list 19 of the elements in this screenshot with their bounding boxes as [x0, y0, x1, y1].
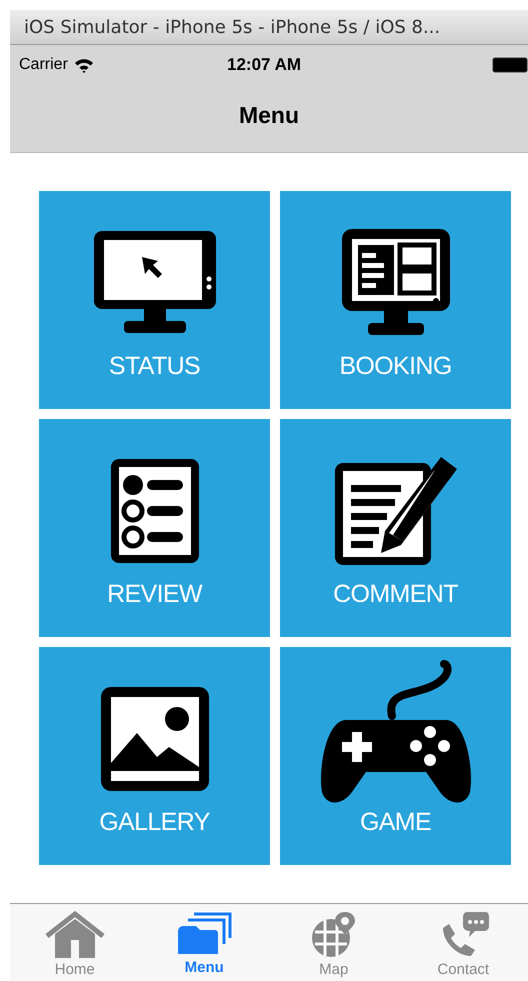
carrier-label: Carrier [19, 55, 68, 75]
wifi-icon [74, 57, 94, 73]
menu-tile[interactable]: GALLERY [39, 647, 270, 865]
clock-time: 12:07 AM [227, 54, 302, 76]
folders-icon [176, 910, 232, 956]
menu-tile[interactable]: GAME [280, 647, 511, 865]
menu-tile[interactable]: REVIEW [39, 419, 270, 637]
house-icon [44, 910, 105, 958]
battery-icon [492, 57, 528, 73]
tab-item[interactable]: Contact [413, 910, 514, 981]
nav-title: Menu [238, 101, 300, 130]
menu-tile[interactable]: COMMENT [280, 419, 511, 637]
tab-item[interactable]: Menu [154, 910, 254, 980]
menu-tile[interactable]: BOOKING [280, 191, 511, 409]
globe-pin-icon [310, 910, 357, 958]
tab-item[interactable]: Home [24, 910, 125, 981]
menu-tile[interactable]: STATUS [39, 191, 270, 409]
window-title: iOS Simulator - iPhone 5s - iPhone 5s / iOS 8... [24, 16, 440, 40]
tab-item[interactable]: Map [284, 910, 384, 981]
